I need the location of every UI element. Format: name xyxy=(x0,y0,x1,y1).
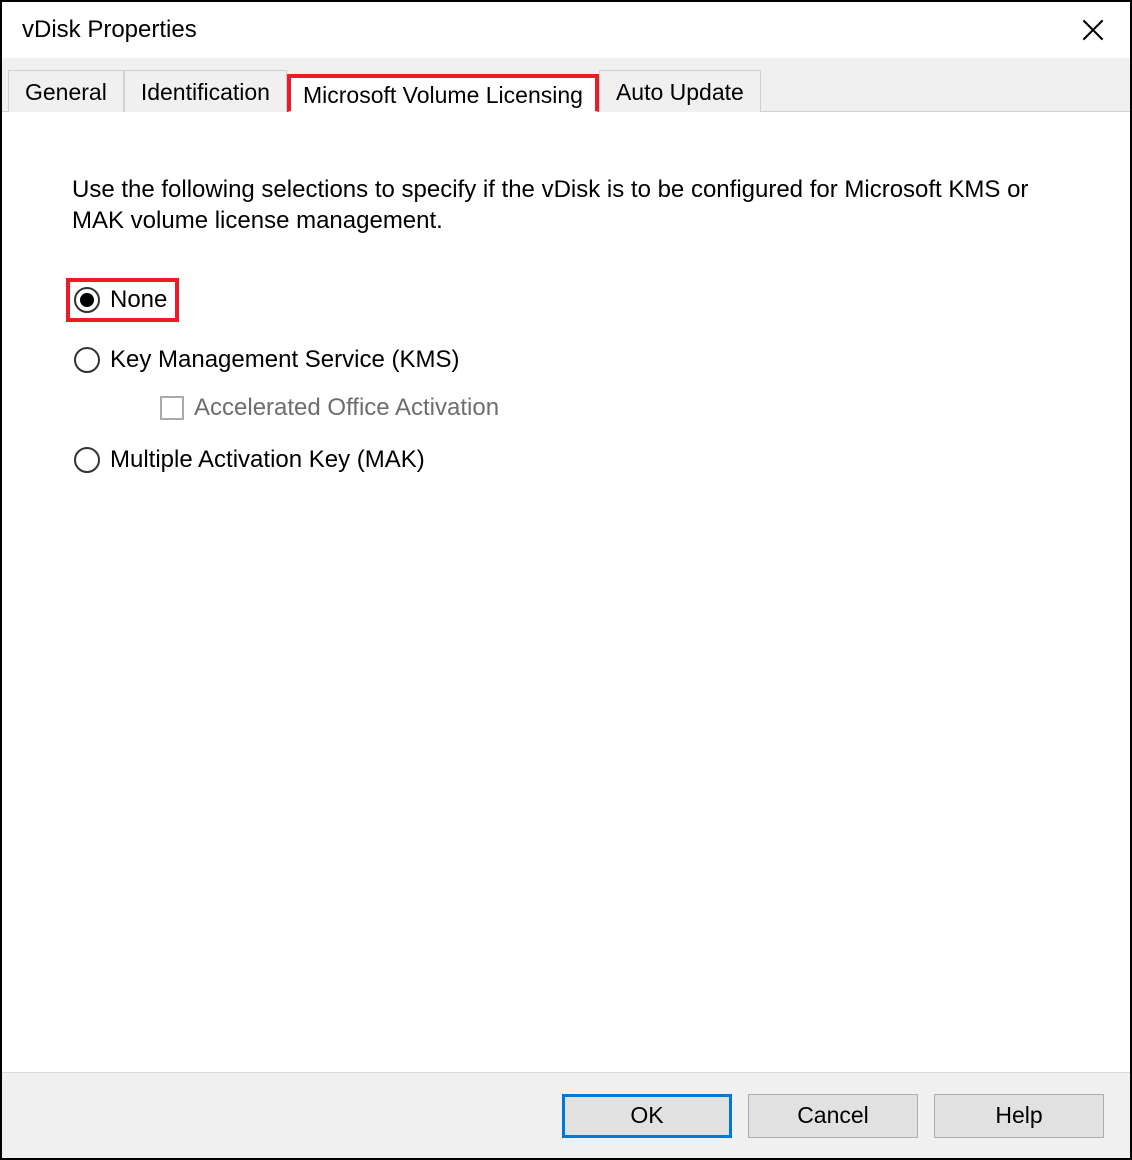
dialog-footer: OK Cancel Help xyxy=(2,1072,1130,1158)
radio-label-kms: Key Management Service (KMS) xyxy=(110,346,459,374)
radio-label-mak: Multiple Activation Key (MAK) xyxy=(110,446,425,474)
window-title: vDisk Properties xyxy=(22,16,197,44)
tab-volume-licensing[interactable]: Microsoft Volume Licensing xyxy=(287,74,599,112)
radio-icon xyxy=(74,447,100,473)
licensing-radio-group: None Key Management Service (KMS) Accele… xyxy=(102,278,1060,474)
radio-option-mak[interactable]: Multiple Activation Key (MAK) xyxy=(74,446,1060,474)
tab-general[interactable]: General xyxy=(8,70,124,112)
radio-selected-dot xyxy=(80,293,94,307)
ok-button[interactable]: OK xyxy=(562,1094,732,1138)
radio-option-kms[interactable]: Key Management Service (KMS) xyxy=(74,346,1060,374)
dialog-window: vDisk Properties General Identification … xyxy=(0,0,1132,1160)
tab-identification[interactable]: Identification xyxy=(124,70,287,112)
description-text: Use the following selections to specify … xyxy=(72,174,1032,236)
checkbox-icon xyxy=(160,396,184,420)
tab-auto-update[interactable]: Auto Update xyxy=(599,70,761,112)
tab-strip: General Identification Microsoft Volume … xyxy=(2,58,1130,112)
radio-icon xyxy=(74,347,100,373)
radio-label-none: None xyxy=(110,286,167,314)
tab-content: Use the following selections to specify … xyxy=(2,112,1130,1072)
close-button[interactable] xyxy=(1070,7,1116,53)
cancel-button[interactable]: Cancel xyxy=(748,1094,918,1138)
titlebar: vDisk Properties xyxy=(2,2,1130,58)
checkbox-label-accelerated: Accelerated Office Activation xyxy=(194,394,499,422)
checkbox-accelerated-office[interactable]: Accelerated Office Activation xyxy=(160,394,1060,422)
close-icon xyxy=(1082,19,1104,41)
radio-option-none[interactable]: None xyxy=(66,278,179,322)
help-button[interactable]: Help xyxy=(934,1094,1104,1138)
radio-icon xyxy=(74,287,100,313)
